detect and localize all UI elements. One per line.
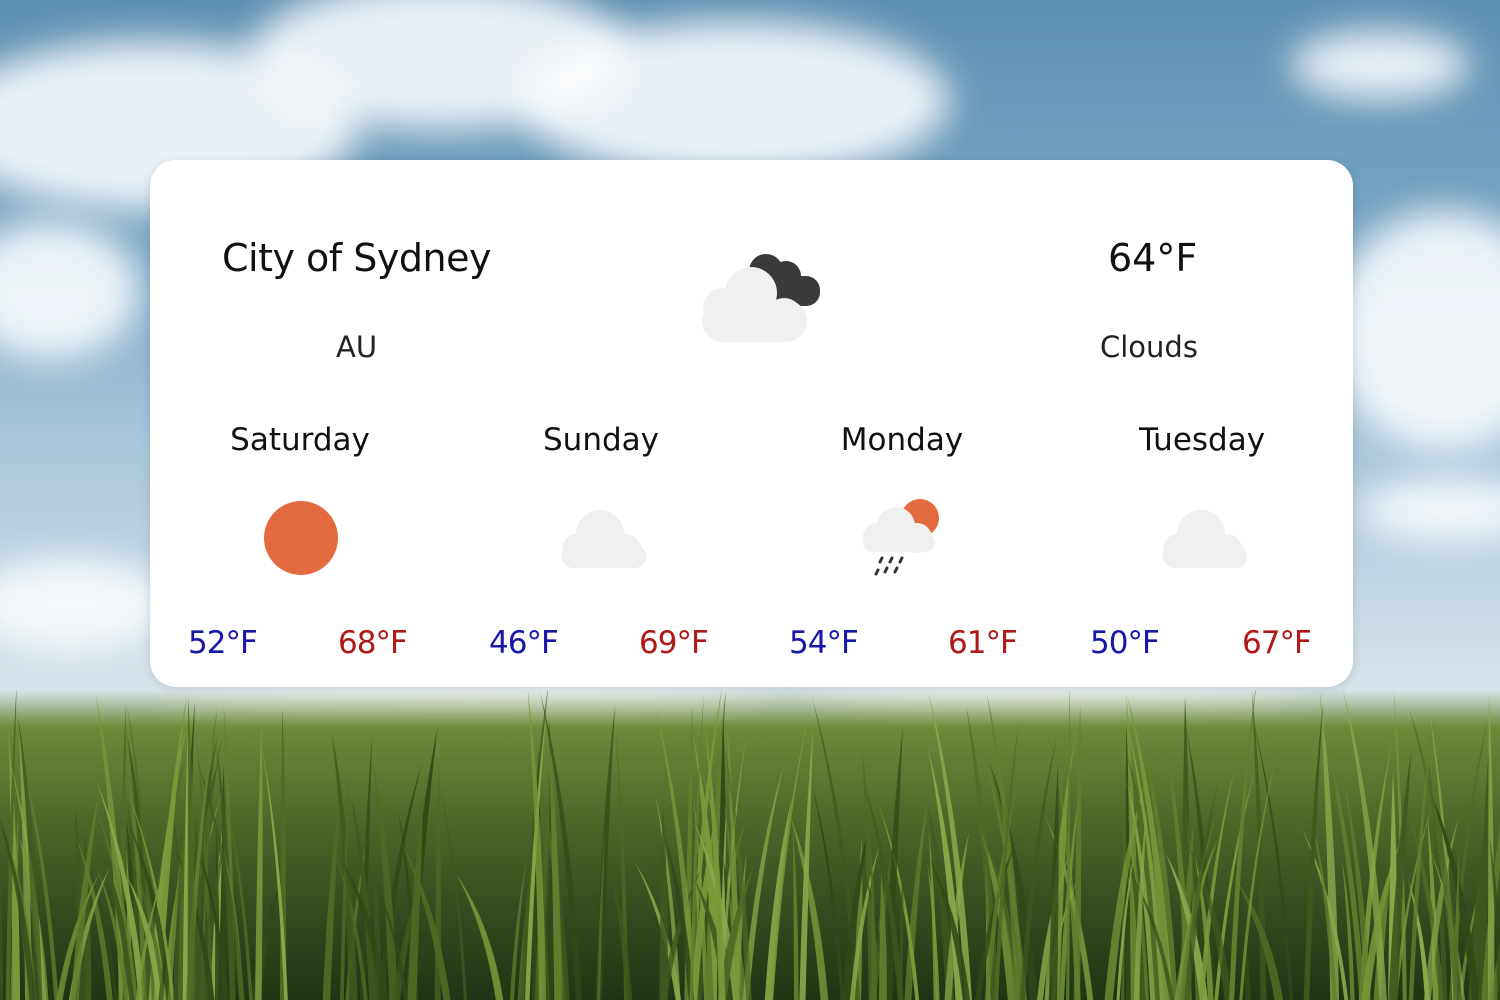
- corn-leaf: [1229, 690, 1256, 1000]
- sun-icon: [264, 501, 338, 575]
- sky-cloud: [1360, 480, 1500, 540]
- forecast-day-saturday: Saturday: [230, 422, 370, 458]
- high-temp-saturday: 68°F: [338, 625, 408, 661]
- cornfield-leaves: [0, 690, 1500, 1000]
- sky-cloud: [1290, 30, 1470, 100]
- high-temp-tuesday: 67°F: [1242, 625, 1312, 661]
- current-condition: Clouds: [1100, 330, 1198, 364]
- sky-cloud: [520, 20, 950, 180]
- corn-leaf: [1073, 705, 1082, 1000]
- broken-clouds-icon: [702, 254, 820, 342]
- high-temp-sunday: 69°F: [639, 625, 709, 661]
- forecast-day-monday: Monday: [840, 422, 964, 458]
- corn-leaf: [799, 728, 814, 1000]
- corn-leaf: [255, 720, 263, 1000]
- current-temperature: 64°F: [1108, 236, 1198, 280]
- sky-cloud: [0, 220, 140, 360]
- corn-leaf: [0, 852, 4, 1000]
- corn-leaf: [1048, 764, 1059, 1000]
- high-temp-monday: 61°F: [948, 625, 1018, 661]
- weather-card: City of Sydney AU 64°F Clouds Saturday 5…: [150, 160, 1353, 687]
- forecast-day-tuesday: Tuesday: [1138, 422, 1266, 458]
- low-temp-monday: 54°F: [789, 625, 859, 661]
- forecast-day-sunday: Sunday: [543, 422, 659, 458]
- city-name: City of Sydney: [222, 236, 491, 280]
- low-temp-sunday: 46°F: [489, 625, 559, 661]
- low-temp-tuesday: 50°F: [1090, 625, 1160, 661]
- country-code: AU: [336, 330, 378, 364]
- corn-leaf: [811, 782, 844, 1000]
- corn-leaf: [898, 841, 904, 1000]
- cornfield: [0, 690, 1500, 1000]
- corn-leaf: [187, 696, 196, 1000]
- corn-leaf: [1487, 692, 1495, 1000]
- low-temp-saturday: 52°F: [188, 625, 258, 661]
- sky-cloud: [1330, 210, 1500, 450]
- background-scene: City of Sydney AU 64°F Clouds Saturday 5…: [0, 0, 1500, 1000]
- corn-leaf: [322, 801, 340, 1000]
- corn-leaf: [594, 705, 616, 1000]
- corn-leaf: [606, 855, 633, 1000]
- cloud-icon: [1163, 510, 1247, 568]
- sky-cloud: [0, 560, 170, 650]
- corn-leaf: [792, 826, 799, 1000]
- cloud-icon: [562, 510, 646, 568]
- corn-leaf: [904, 799, 928, 1000]
- corn-leaf: [1303, 703, 1324, 1000]
- rain-sun-cloud-icon: [863, 499, 939, 576]
